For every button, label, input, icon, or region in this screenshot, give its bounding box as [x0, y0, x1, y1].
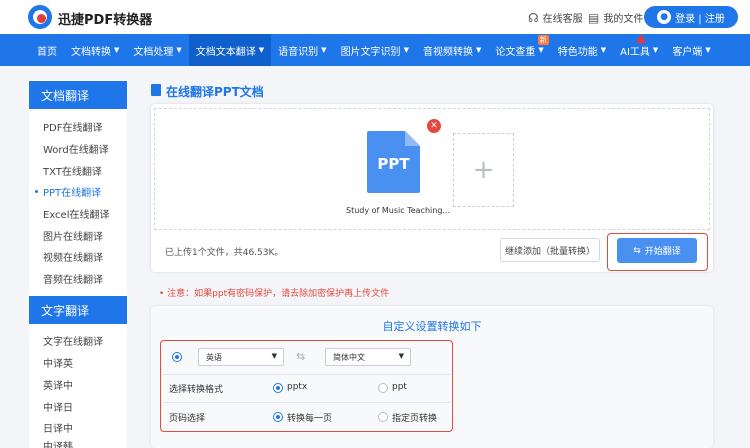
sidebar-item-zh-en[interactable]: 中译英 [29, 352, 127, 372]
settings-title: 自定义设置转换如下 [382, 320, 482, 333]
nav-item-speech-recognition[interactable]: 语音识别 ▼ [271, 34, 333, 66]
source-language-select[interactable]: 英语 ▼ [198, 348, 284, 366]
swap-arrows-icon: ⇆ [633, 245, 641, 256]
caret-down-icon: ▼ [271, 352, 277, 360]
format-ppt-label[interactable]: ppt [392, 382, 407, 392]
format-pptx-label[interactable]: pptx [287, 382, 307, 392]
upload-summary: 已上传1个文件，共46.53K。 [165, 248, 284, 258]
nav-item-image-ocr[interactable]: 图片文字识别 ▼ [334, 34, 416, 66]
nav-item-home[interactable]: 首页 [30, 34, 64, 66]
nav-item-label: 特色功能 [557, 46, 598, 58]
caret-down-icon: ▼ [403, 46, 409, 54]
brand-name[interactable]: 迅捷PDF转换器 [58, 9, 152, 28]
sidebar-item-excel-translate[interactable]: Excel在线翻译 [29, 203, 127, 223]
caret-down-icon: ▼ [538, 46, 544, 54]
page-row-label: 页码选择 [169, 414, 206, 424]
caret-down-icon: ▼ [600, 46, 607, 54]
main-nav: 首页 文档转换 ▼ 文档处理 ▼ 文档文本翻译 ▼ 语音识别 ▼ 图片文字识别 ▼ 音视频… [0, 34, 750, 66]
language-radio[interactable] [172, 352, 182, 362]
continue-add-button[interactable]: 继续添加（批量转换） [500, 238, 600, 262]
remove-file-icon[interactable]: ✕ [427, 119, 441, 133]
format-pptx-radio[interactable] [273, 383, 283, 393]
caret-down-icon: ▼ [475, 46, 482, 54]
nav-item-av-convert[interactable]: 音视频转换 ▼ [416, 34, 488, 66]
caret-down-icon: ▼ [114, 46, 120, 54]
hot-flame-icon [636, 34, 647, 43]
page-specific-label[interactable]: 指定页转换 [392, 411, 437, 424]
caret-down-icon: ▼ [398, 352, 404, 360]
plus-icon: + [472, 155, 495, 185]
nav-item-label: 文档转换 [71, 46, 111, 58]
caret-down-icon: ▼ [176, 46, 182, 54]
sidebar-item-txt-translate[interactable]: TXT在线翻译 [29, 160, 127, 180]
nav-item-client[interactable]: 客户端 ▼ [665, 34, 717, 66]
page-all-label[interactable]: 转换每一页 [287, 411, 332, 424]
format-ppt-radio[interactable] [378, 383, 388, 393]
swap-languages-icon[interactable]: ⇆ [296, 350, 305, 363]
sidebar-item-zh-ko[interactable]: 中译韩 [29, 438, 127, 448]
divider [163, 402, 450, 403]
format-row-label: 选择转换格式 [169, 385, 224, 395]
login-register-button[interactable]: ● 登录 | 注册 [644, 6, 738, 28]
nav-item-doc-translate[interactable]: 文档文本翻译 ▼ [188, 34, 272, 66]
brand-logo-icon[interactable] [28, 5, 52, 29]
file-extension-label: PPT [377, 155, 410, 173]
target-language-select[interactable]: 简体中文 ▼ [325, 348, 411, 366]
sidebar-item-audio-translate[interactable]: 音频在线翻译 [29, 268, 127, 288]
sidebar-item-pdf-translate[interactable]: PDF在线翻译 [29, 116, 127, 136]
sidebar-item-ppt-translate[interactable]: PPT在线翻译 [29, 181, 127, 201]
page-specific-radio[interactable] [378, 412, 388, 422]
page-all-radio[interactable] [273, 412, 283, 422]
nav-item-label: 客户端 [672, 46, 703, 58]
caret-down-icon: ▼ [652, 46, 659, 54]
source-language-value: 英语 [206, 352, 222, 362]
nav-item-doc-process[interactable]: 文档处理 ▼ [126, 34, 188, 66]
top-header: 迅捷PDF转换器 ☊ 在线客服 ▤ 我的文件 ● 登录 | 注册 [0, 0, 750, 34]
nav-item-label: 论文查重 [495, 46, 536, 58]
nav-item-label: 音视频转换 [422, 46, 473, 58]
notice-text: 注意：如果ppt有密码保护，请去除加密保护再上传文件 [167, 289, 390, 299]
nav-item-ai-tools[interactable]: AI工具 ▼ [613, 34, 665, 66]
nav-item-label: AI工具 [620, 46, 650, 58]
customer-service-link[interactable]: ☊ 在线客服 [528, 10, 583, 26]
headset-icon: ☊ [528, 10, 539, 25]
sidebar-item-en-zh[interactable]: 英译中 [29, 374, 127, 394]
sidebar-item-text-translate[interactable]: 文字在线翻译 [29, 330, 127, 350]
caret-down-icon: ▼ [705, 46, 711, 54]
sidebar-item-video-translate[interactable]: 视频在线翻译 [29, 246, 127, 266]
nav-item-label: 首页 [37, 46, 57, 58]
sidebar-item-word-translate[interactable]: Word在线翻译 [29, 138, 127, 158]
divider [163, 374, 450, 375]
my-files-label: 我的文件 [603, 14, 644, 25]
target-language-value: 简体中文 [333, 352, 365, 362]
file-name: Study of Music Teaching... [346, 206, 451, 215]
start-translate-label: 开始翻译 [644, 247, 681, 257]
start-translate-button[interactable]: ⇆ 开始翻译 [617, 238, 697, 263]
document-icon [151, 84, 161, 96]
sidebar-item-zh-ja[interactable]: 中译日 [29, 396, 127, 416]
nav-item-doc-convert[interactable]: 文档转换 ▼ [64, 34, 126, 66]
nav-item-plagiarism-check[interactable]: 论文查重 ▼ 新 [488, 34, 550, 66]
document-icon: ▤ [588, 10, 600, 25]
new-badge: 新 [537, 35, 549, 45]
nav-item-label: 文档文本翻译 [195, 46, 256, 58]
nav-item-label: 图片文字识别 [340, 46, 401, 58]
password-notice: • 注意：如果ppt有密码保护，请去除加密保护再上传文件 [159, 289, 390, 299]
caret-down-icon: ▼ [321, 46, 327, 54]
nav-item-label: 语音识别 [278, 46, 319, 58]
add-file-button[interactable]: + [453, 133, 514, 207]
sidebar-heading-doc-translate: 文档翻译 [29, 81, 127, 109]
nav-item-features[interactable]: 特色功能 ▼ [551, 34, 613, 66]
user-avatar-icon: ● [657, 10, 672, 24]
nav-item-label: 文档处理 [133, 46, 174, 58]
login-register-label: 登录 | 注册 [675, 13, 725, 25]
page-title: 在线翻译PPT文档 [166, 85, 264, 99]
caret-down-icon: ▼ [258, 46, 265, 54]
sidebar-heading-text-translate: 文字翻译 [29, 296, 127, 324]
sidebar-item-ja-zh[interactable]: 日译中 [29, 417, 127, 437]
sidebar-item-image-translate[interactable]: 图片在线翻译 [29, 225, 127, 245]
my-files-link[interactable]: ▤ 我的文件 [588, 10, 644, 26]
customer-service-label: 在线客服 [542, 14, 583, 25]
